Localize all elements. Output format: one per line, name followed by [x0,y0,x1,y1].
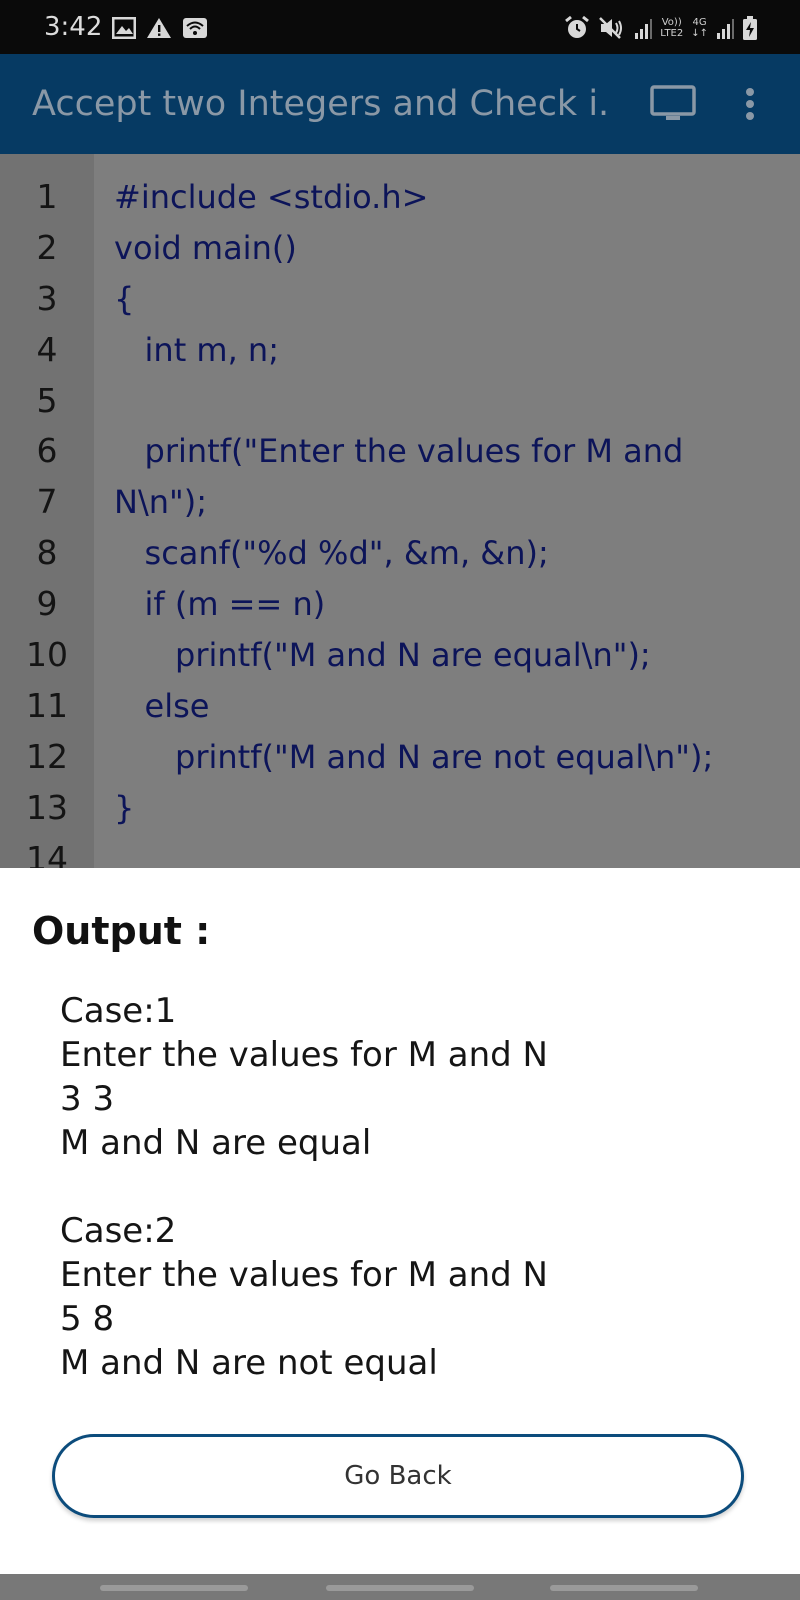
code-line: void main() [114,229,297,267]
line-number: 7 [36,482,58,521]
output-line: Case:1 [60,991,177,1031]
mute-icon [599,17,623,39]
data-arrows-icon: ↓↑ [691,28,708,39]
code-line: } [114,789,135,827]
signal-icon [717,19,734,39]
output-line: Enter the values for M and N [60,1255,548,1295]
volte-icon: Vo)) LTE2 [660,17,683,39]
line-number: 11 [26,686,68,725]
code-line: { [114,280,135,318]
more-vert-icon[interactable] [740,84,760,124]
warning-icon [147,18,171,38]
code-viewer: 1 2 3 4 5 6 7 8 9 10 11 12 13 14 #includ… [0,154,800,868]
status-time: 3:42 [44,12,103,42]
output-line: M and N are equal [60,1123,372,1163]
code-line: printf("M and N are equal\n"); [114,636,651,674]
image-icon [112,17,136,39]
line-number: 2 [36,228,58,267]
code-line: if (m == n) [114,585,326,623]
line-number: 4 [36,330,58,369]
output-heading: Output : [32,909,211,953]
go-back-button[interactable]: Go Back [52,1434,744,1518]
line-number: 1 [36,177,58,216]
signal-icon [635,19,653,39]
line-number-gutter: 1 2 3 4 5 6 7 8 9 10 11 12 13 14 [0,154,94,868]
code-line: else [114,687,210,725]
line-number: 10 [26,635,68,674]
output-line: Enter the values for M and N [60,1035,548,1075]
code-line: N\n"); [114,483,207,521]
status-system-icons: Vo)) LTE2 4G ↓↑ [564,14,758,42]
code-line: scanf("%d %d", &m, &n); [114,534,549,572]
line-number: 13 [26,788,68,827]
display-icon[interactable] [650,84,696,124]
output-bottom-sheet: Output : Case:1 Enter the values for M a… [0,868,800,1574]
output-line: M and N are not equal [60,1343,438,1383]
output-line: 5 8 [60,1299,115,1339]
network-type-label: 4G [692,17,707,28]
nav-back-handle[interactable] [550,1585,698,1591]
line-number: 5 [36,381,58,420]
app-bar: Accept two Integers and Check i... [0,54,800,154]
data-network-icon: 4G ↓↑ [691,17,708,39]
code-line: printf("Enter the values for M and [114,432,684,470]
page-title: Accept two Integers and Check i... [32,84,612,124]
volte-label-bottom: LTE2 [660,28,684,39]
line-number: 9 [36,584,58,623]
alarm-icon [565,15,590,38]
line-number: 8 [36,533,58,572]
line-number: 3 [36,279,58,318]
line-number: 12 [26,737,68,776]
navigation-bar [0,1574,800,1600]
line-number: 14 [26,839,68,868]
output-line: Case:2 [60,1211,177,1251]
volte-label-top: Vo)) [661,17,682,28]
line-number: 6 [36,431,58,470]
status-notification-icons [112,15,208,41]
battery-charging-icon [743,16,757,40]
status-bar: 3:42 Vo)) LTE2 4G ↓↑ [0,0,800,54]
nav-recents-handle[interactable] [100,1585,248,1591]
output-line: 3 3 [60,1079,115,1119]
code-line: #include <stdio.h> [114,178,429,216]
code-line: printf("M and N are not equal\n"); [114,738,714,776]
code-line: int m, n; [114,331,279,369]
wifi-icon [183,18,207,38]
nav-home-handle[interactable] [326,1585,474,1591]
